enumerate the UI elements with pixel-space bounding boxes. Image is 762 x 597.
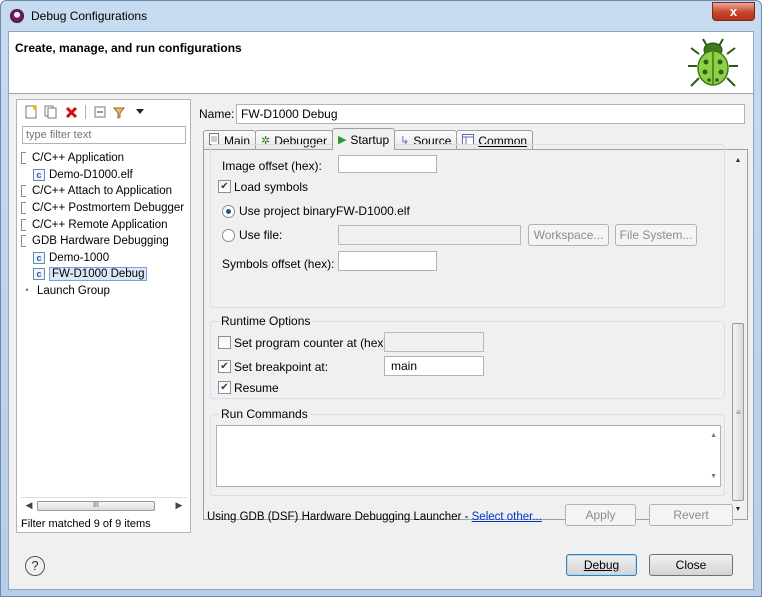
window-close-button[interactable]: x [712, 2, 755, 21]
debug-bug-icon [688, 38, 738, 87]
tree-toolbar [23, 103, 148, 121]
set-breakpoint-checkbox[interactable]: ✔ [218, 360, 231, 373]
duplicate-config-icon[interactable] [43, 104, 59, 120]
window-title: Debug Configurations [31, 9, 148, 23]
launch-type-icon [21, 218, 26, 231]
scroll-thumb[interactable]: ≡ [732, 323, 744, 501]
tree-item-cpp-postmortem[interactable]: C/C++ Postmortem Debugger [21, 200, 189, 217]
tree-item-label: Demo-D1000.elf [49, 168, 133, 181]
new-config-icon[interactable] [23, 104, 39, 120]
tree-item-cpp-application[interactable]: C/C++ Application [21, 150, 189, 167]
c-config-icon: c [33, 251, 45, 264]
set-pc-checkbox[interactable] [218, 336, 231, 349]
eclipse-icon [10, 9, 24, 23]
load-symbols-label: Load symbols [234, 180, 309, 194]
scroll-right-icon[interactable]: ▶ [173, 500, 185, 511]
configuration-tree: C/C++ Application c Demo-D1000.elf C/C++… [21, 150, 189, 299]
tree-item-label: C/C++ Attach to Application [32, 185, 173, 198]
debug-button[interactable]: Debug [566, 554, 637, 576]
use-file-field[interactable] [338, 225, 521, 245]
dialog-header: Create, manage, and run configurations [9, 32, 753, 94]
project-binary-value: FW-D1000.elf [336, 204, 410, 218]
tree-horizontal-scrollbar[interactable]: ◀ III ▶ [21, 497, 187, 513]
launch-group-icon: • [25, 285, 29, 296]
title-bar[interactable]: Debug Configurations x [1, 1, 761, 31]
tab-label: Startup [350, 132, 390, 147]
startup-tab-content: Image offset (hex): ✔ Load symbols Use p… [203, 144, 748, 520]
use-file-label: Use file: [239, 228, 283, 242]
tree-item-label: Launch Group [37, 285, 110, 298]
tree-item-label: FW-D1000 Debug [49, 267, 148, 282]
launcher-info: Using GDB (DSF) Hardware Debugging Launc… [207, 511, 542, 523]
filter-input[interactable] [22, 126, 186, 144]
set-breakpoint-label: Set breakpoint at: [234, 360, 329, 374]
delete-config-icon[interactable] [63, 104, 79, 120]
use-project-binary-radio[interactable] [222, 205, 235, 218]
runtime-options-title: Runtime Options [219, 314, 313, 328]
header-title: Create, manage, and run configurations [15, 41, 242, 55]
launch-type-icon [21, 185, 26, 198]
collapse-all-icon[interactable] [92, 104, 108, 120]
run-commands-textarea[interactable]: ▲ ▼ [216, 425, 721, 487]
run-commands-title: Run Commands [219, 407, 310, 421]
close-button[interactable]: Close [649, 554, 733, 576]
launch-type-icon [21, 235, 26, 248]
tree-item-label: C/C++ Remote Application [32, 218, 168, 231]
select-other-link[interactable]: Select other... [472, 511, 542, 523]
tree-item-cpp-remote[interactable]: C/C++ Remote Application [21, 216, 189, 233]
tree-item-launch-group[interactable]: • Launch Group [21, 283, 189, 300]
textarea-scroll-down-icon[interactable]: ▼ [710, 473, 717, 480]
revert-button[interactable]: Revert [649, 504, 733, 526]
startup-tab-icon: ▶ [337, 134, 347, 146]
tab-startup[interactable]: ▶ Startup [331, 128, 396, 150]
set-pc-label: Set program counter at (hex): [234, 336, 391, 350]
resume-label: Resume [234, 381, 279, 395]
tree-item-gdb-hardware[interactable]: GDB Hardware Debugging [21, 233, 189, 250]
view-menu-chevron-down-icon[interactable] [132, 104, 148, 120]
launcher-text: Using GDB (DSF) Hardware Debugging Launc… [207, 511, 472, 523]
scroll-up-icon[interactable]: ▲ [731, 154, 745, 168]
name-field[interactable] [236, 104, 745, 124]
dialog-window: Debug Configurations x Create, manage, a… [0, 0, 762, 597]
scroll-thumb[interactable]: III [37, 501, 155, 511]
debug-button-label: Debug [583, 558, 620, 572]
configuration-tree-panel: C/C++ Application c Demo-D1000.elf C/C++… [16, 99, 191, 533]
use-file-radio[interactable] [222, 229, 235, 242]
image-offset-label: Image offset (hex): [222, 159, 322, 173]
launch-type-icon [21, 152, 26, 165]
scroll-down-icon[interactable]: ▼ [731, 503, 745, 517]
file-system-button[interactable]: File System... [615, 224, 697, 246]
load-symbols-checkbox[interactable]: ✔ [218, 180, 231, 193]
scroll-left-icon[interactable]: ◀ [23, 500, 35, 511]
tree-item-demo-d1000-elf[interactable]: c Demo-D1000.elf [21, 167, 189, 184]
help-icon[interactable]: ? [25, 556, 45, 576]
tree-item-demo-1000[interactable]: c Demo-1000 [21, 250, 189, 267]
symbols-offset-label: Symbols offset (hex): [222, 257, 335, 271]
filter-icon[interactable] [112, 104, 128, 120]
workspace-button[interactable]: Workspace... [528, 224, 609, 246]
tree-item-cpp-attach[interactable]: C/C++ Attach to Application [21, 183, 189, 200]
launch-type-icon [21, 202, 26, 215]
filter-status: Filter matched 9 of 9 items [21, 518, 151, 530]
scroll-grip-icon: ≡ [736, 408, 741, 417]
c-config-icon: c [33, 168, 45, 181]
tree-item-label: Demo-1000 [49, 251, 110, 264]
image-offset-field[interactable] [338, 155, 437, 173]
toolbar-separator [85, 105, 86, 119]
tree-item-fw-d1000-debug[interactable]: c FW-D1000 Debug [21, 266, 189, 283]
tree-item-label: C/C++ Postmortem Debugger [32, 202, 185, 215]
use-project-binary-label: Use project binary: [239, 204, 340, 218]
textarea-scroll-up-icon[interactable]: ▲ [710, 432, 717, 439]
apply-button[interactable]: Apply [565, 504, 636, 526]
resume-checkbox[interactable]: ✔ [218, 381, 231, 394]
symbols-offset-field[interactable] [338, 251, 437, 271]
tab-vertical-scrollbar[interactable]: ▲ ≡ ▼ [731, 154, 745, 517]
name-label: Name: [199, 107, 235, 121]
breakpoint-field[interactable] [384, 356, 484, 376]
dialog-client: Create, manage, and run configurations t… [8, 31, 754, 590]
tree-item-label: GDB Hardware Debugging [32, 235, 169, 248]
set-pc-field[interactable] [384, 332, 484, 352]
c-config-icon: c [33, 268, 45, 281]
tree-item-label: C/C++ Application [32, 152, 125, 165]
